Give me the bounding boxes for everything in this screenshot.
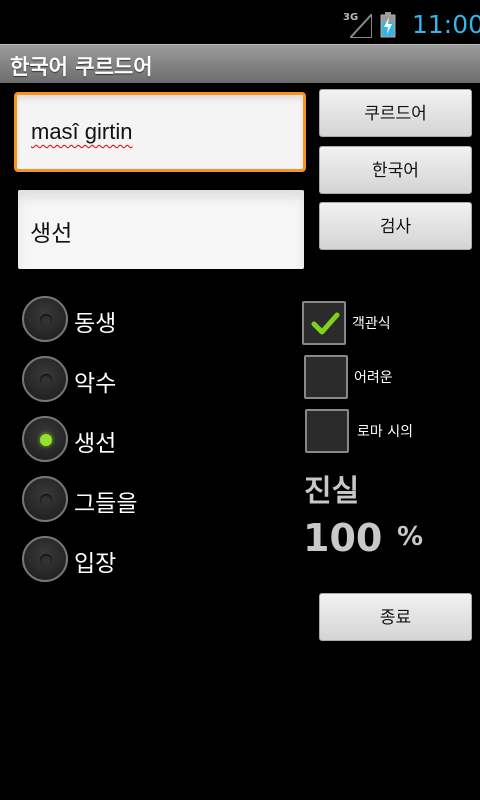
exit-button[interactable]: 종료 — [319, 593, 472, 641]
radio-button[interactable] — [22, 356, 68, 402]
option-label: 입장 — [74, 551, 117, 577]
result-label: 진실 — [304, 474, 360, 509]
option-label: 악수 — [74, 371, 117, 397]
option-radio[interactable]: 동생 — [22, 296, 282, 346]
title-bar: 한국어 쿠르드어 — [0, 44, 480, 83]
app-title: 한국어 쿠르드어 — [10, 55, 153, 79]
kurdish-button[interactable]: 쿠르드어 — [319, 89, 472, 137]
clock: 11:00 — [412, 10, 480, 39]
option-radio[interactable]: 악수 — [22, 356, 282, 406]
option-radio[interactable]: 그들을 — [22, 476, 282, 526]
radio-button[interactable] — [22, 296, 68, 342]
korean-button[interactable]: 한국어 — [319, 146, 472, 194]
radio-indicator-selected — [40, 434, 52, 446]
radio-indicator — [40, 494, 52, 506]
option-radio[interactable]: 입장 — [22, 536, 282, 586]
checkbox-label: 로마 시의 — [357, 424, 413, 440]
source-text-value: masî girtin — [31, 119, 133, 144]
hard-mode-checkbox[interactable]: 어려운 — [302, 355, 472, 401]
translation-field[interactable]: 생선 — [18, 190, 304, 269]
radio-indicator — [40, 374, 52, 386]
multiple-choice-checkbox[interactable]: 객관식 — [302, 301, 472, 347]
radio-indicator — [40, 554, 52, 566]
option-label: 그들을 — [74, 491, 138, 517]
status-bar: 3G 11:00 — [0, 0, 480, 44]
score-unit: % — [397, 522, 424, 552]
signal-icon — [350, 14, 372, 38]
checkbox[interactable] — [304, 355, 348, 399]
romanization-checkbox[interactable]: 로마 시의 — [302, 409, 472, 455]
radio-button[interactable] — [22, 416, 68, 462]
radio-button[interactable] — [22, 476, 68, 522]
radio-button[interactable] — [22, 536, 68, 582]
source-text-field[interactable]: masî girtin — [14, 92, 306, 172]
score-value: 100 — [303, 516, 383, 560]
checkbox[interactable] — [305, 409, 349, 453]
check-button[interactable]: 검사 — [319, 202, 472, 250]
checkmark-icon — [311, 312, 340, 335]
checkbox-label: 객관식 — [352, 316, 391, 332]
checkbox-label: 어려운 — [354, 370, 393, 386]
translation-value: 생선 — [30, 220, 73, 246]
option-label: 동생 — [74, 311, 117, 337]
battery-charging-icon — [380, 12, 396, 38]
option-label: 생선 — [74, 431, 117, 457]
option-radio[interactable]: 생선 — [22, 416, 282, 466]
checkbox[interactable] — [302, 301, 346, 345]
radio-indicator — [40, 314, 52, 326]
